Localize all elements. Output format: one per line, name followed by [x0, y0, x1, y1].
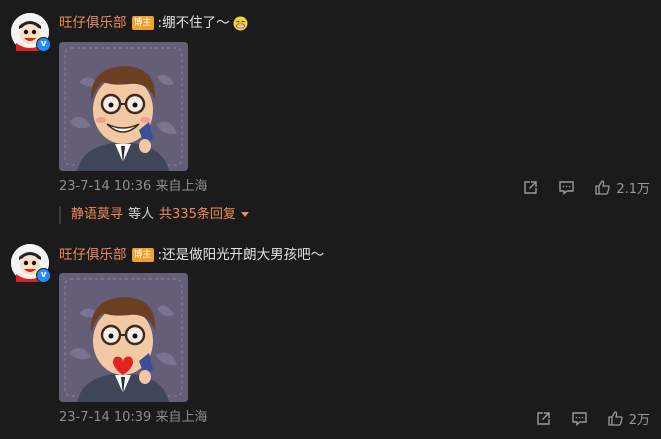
comment-item-2: v 旺仔俱乐部 博主 :还是做阳光开朗大男孩吧～ 23-7-14 10:39 来… [0, 0, 661, 439]
cartoon-man-heart-sticker[interactable] [59, 273, 188, 402]
like-count: 2万 [628, 412, 650, 428]
comment-meta: 23-7-14 10:39 来自上海 [59, 409, 208, 427]
share-icon[interactable] [535, 410, 552, 427]
avatar[interactable]: v [11, 244, 51, 283]
verified-icon: v [36, 268, 51, 283]
username[interactable]: 旺仔俱乐部 [59, 245, 127, 265]
thumbs-up-icon[interactable] [607, 410, 624, 427]
comment-text: :还是做阳光开朗大男孩吧～ [157, 247, 325, 263]
timestamp: 23-7-14 10:39 [59, 410, 152, 425]
comment-actions: 2万 [535, 409, 650, 428]
blogger-badge: 博主 [131, 248, 154, 262]
location: 来自上海 [155, 410, 208, 425]
comment-header: 旺仔俱乐部 博主 :还是做阳光开朗大男孩吧～ [59, 245, 324, 265]
comment-icon[interactable] [571, 410, 588, 427]
